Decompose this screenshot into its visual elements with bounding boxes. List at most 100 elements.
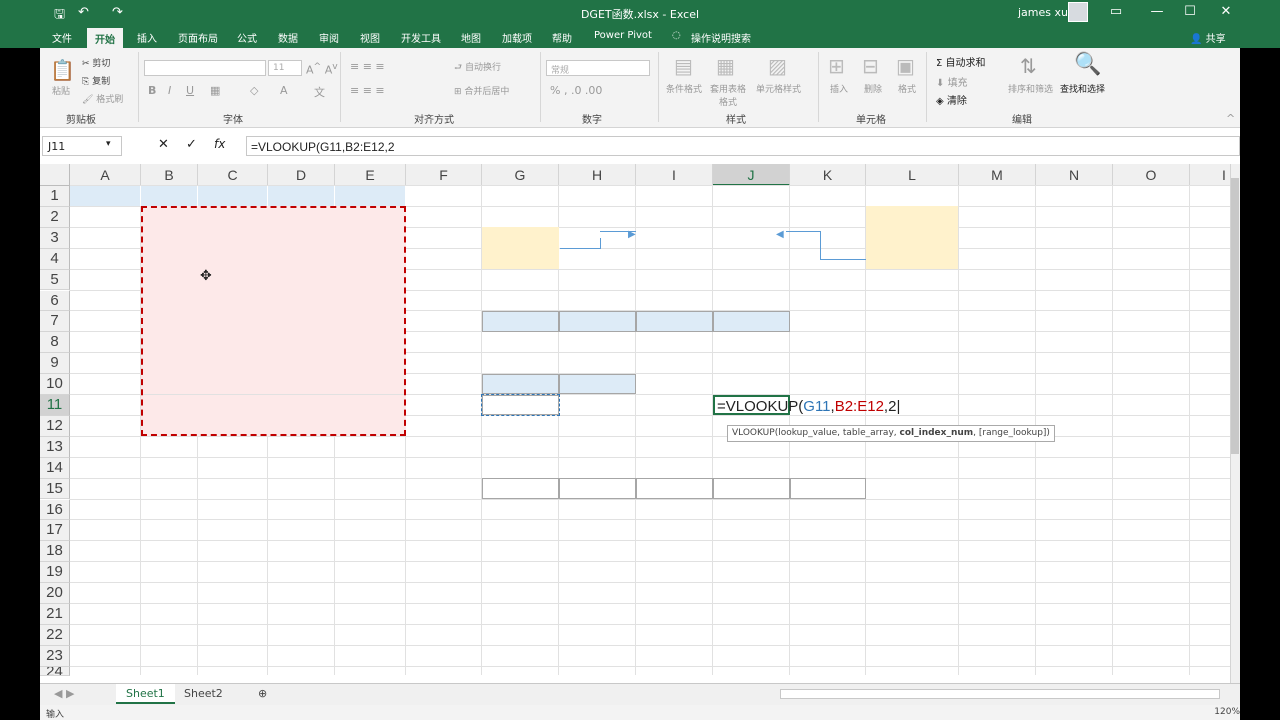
table-cell[interactable] [198, 541, 268, 562]
dget-header-cell[interactable] [636, 310, 713, 332]
table-cell[interactable] [335, 562, 406, 583]
table-cell[interactable] [198, 478, 268, 499]
table-cell[interactable] [70, 583, 141, 604]
column-header-h[interactable]: H [559, 164, 636, 186]
empty-bordered-cell[interactable] [713, 478, 790, 499]
column-header-e[interactable]: E [335, 164, 406, 186]
ribbon-display-icon[interactable]: ▭ [1106, 4, 1126, 19]
table-cell[interactable] [198, 645, 268, 666]
table-header-cell[interactable] [335, 185, 406, 207]
table-cell[interactable] [268, 604, 335, 625]
tab-addins[interactable]: 加载项 [502, 30, 532, 45]
table-cell[interactable] [141, 499, 198, 520]
save-icon[interactable]: 🖫 [54, 5, 65, 27]
table-cell[interactable] [268, 645, 335, 666]
autosum-button[interactable]: Σ 自动求和 [936, 54, 986, 69]
wrap-text-button[interactable]: ⮐ 自动换行 [454, 60, 501, 76]
table-cell[interactable] [335, 520, 406, 541]
table-cell[interactable] [70, 248, 141, 269]
table-cell[interactable] [70, 206, 141, 227]
table-cell[interactable] [141, 624, 198, 645]
column-header-k[interactable]: K [790, 164, 866, 186]
column-header-a[interactable]: A [70, 164, 141, 186]
table-cell[interactable] [70, 541, 141, 562]
table-cell[interactable] [268, 541, 335, 562]
tell-me-search[interactable]: 操作说明搜索 [691, 30, 751, 45]
table-cell[interactable] [70, 311, 141, 332]
tab-map[interactable]: 地图 [461, 30, 481, 45]
table-cell[interactable] [335, 604, 406, 625]
table-cell[interactable] [198, 436, 268, 457]
table-cell[interactable] [141, 562, 198, 583]
table-cell[interactable] [268, 478, 335, 499]
table-cell[interactable] [70, 520, 141, 541]
column-header-g[interactable]: G [482, 164, 559, 186]
row-header-18[interactable]: 18 [40, 541, 70, 563]
font-name-select[interactable] [144, 60, 266, 76]
table-cell[interactable] [335, 478, 406, 499]
dget-value-cell[interactable] [636, 332, 713, 353]
dget-header-cell[interactable] [559, 310, 636, 332]
tab-page-layout[interactable]: 页面布局 [178, 30, 218, 45]
tab-review[interactable]: 审阅 [319, 30, 339, 45]
fill-button[interactable]: ⬇ 填充 [936, 74, 968, 89]
table-format-icon[interactable]: ▦ [716, 54, 735, 78]
row-header-8[interactable]: 8 [40, 332, 70, 354]
table-cell[interactable] [70, 604, 141, 625]
table-cell[interactable] [141, 457, 198, 478]
table-cell[interactable] [70, 499, 141, 520]
cell-style-button[interactable]: 单元格样式 [756, 82, 801, 95]
row-header-12[interactable]: 12 [40, 415, 70, 437]
table-cell[interactable] [198, 624, 268, 645]
tab-insert[interactable]: 插入 [137, 30, 157, 45]
close-icon[interactable]: ✕ [1216, 4, 1236, 19]
row-header-10[interactable]: 10 [40, 374, 70, 395]
row-header-19[interactable]: 19 [40, 562, 70, 584]
table-cell[interactable] [70, 415, 141, 436]
column-header-j[interactable]: J [713, 164, 790, 186]
table-cell[interactable] [141, 604, 198, 625]
bold-button[interactable]: B [148, 84, 156, 97]
table-header-cell[interactable] [268, 185, 335, 207]
table-cell[interactable] [141, 520, 198, 541]
user-name[interactable]: james xu [1018, 6, 1068, 19]
row-header-partial[interactable]: 24 [40, 666, 70, 676]
dget-value-cell[interactable] [713, 332, 790, 353]
column-header-b[interactable]: B [141, 164, 198, 186]
row-header-23[interactable]: 23 [40, 645, 70, 667]
row-header-14[interactable]: 14 [40, 457, 70, 479]
table-cell[interactable] [335, 583, 406, 604]
font-size-select[interactable]: 11 [268, 60, 302, 76]
column-header-f[interactable]: F [406, 164, 482, 186]
table-cell[interactable] [70, 436, 141, 457]
add-sheet-icon[interactable]: ⊕ [248, 684, 277, 704]
dget-value-cell[interactable] [559, 332, 636, 353]
cancel-icon[interactable]: ✕ [158, 137, 169, 152]
insert-cells-icon[interactable]: ⊞ [828, 54, 845, 78]
empty-bordered-cell[interactable] [559, 478, 636, 499]
sort-filter-icon[interactable]: ⇅ [1020, 54, 1037, 78]
column-header-c[interactable]: C [198, 164, 268, 186]
row-header-2[interactable]: 2 [40, 206, 70, 228]
lookup-header-cell[interactable] [482, 373, 559, 395]
row-header-22[interactable]: 22 [40, 624, 70, 646]
table-cell[interactable] [70, 290, 141, 311]
phonetic-icon[interactable]: 文 [314, 84, 325, 100]
table-cell[interactable] [70, 374, 141, 395]
table-cell[interactable] [70, 624, 141, 645]
table-cell[interactable] [141, 645, 198, 666]
format-cells-icon[interactable]: ▣ [896, 54, 915, 78]
paste-button[interactable]: 粘贴 [52, 84, 70, 97]
table-cell[interactable] [70, 395, 141, 416]
dget-header-cell[interactable] [713, 310, 790, 332]
row-header-11[interactable]: 11 [40, 395, 70, 416]
undo-icon[interactable]: ↶ [78, 5, 89, 20]
table-cell[interactable] [70, 353, 141, 374]
table-cell[interactable] [70, 227, 141, 248]
sort-filter-button[interactable]: 排序和筛选 [1008, 82, 1053, 95]
sheet-tab-sheet1[interactable]: Sheet1 [116, 684, 175, 704]
table-cell[interactable] [70, 562, 141, 583]
table-cell[interactable] [198, 583, 268, 604]
formula-input[interactable]: =VLOOKUP(G11,B2:E12,2 [246, 136, 1240, 156]
number-format-select[interactable]: 常规 [546, 60, 650, 76]
